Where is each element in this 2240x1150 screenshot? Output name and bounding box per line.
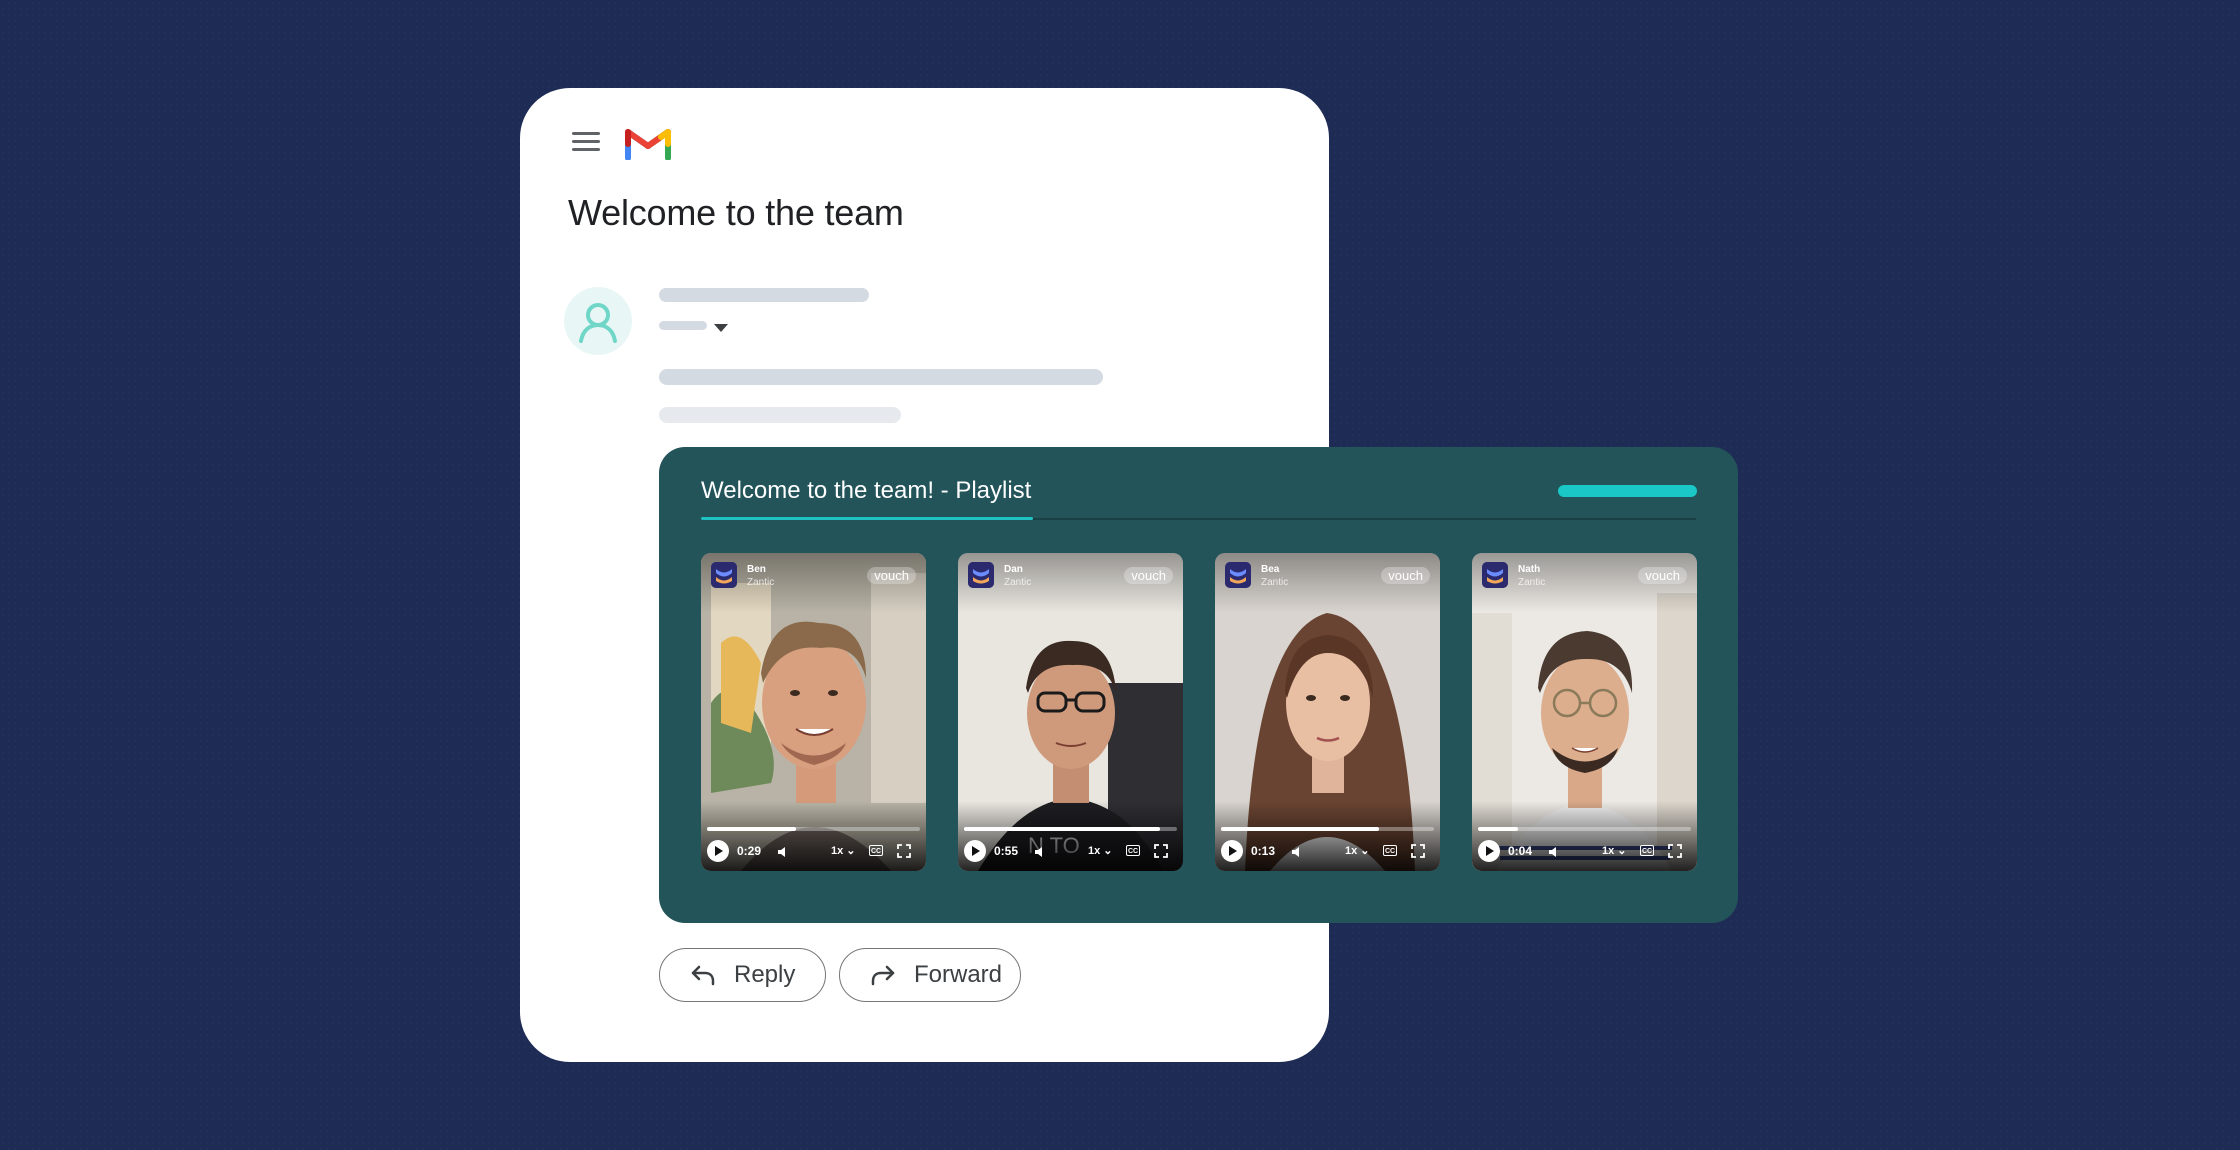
- playlist-widget: Welcome to the team! - Playlist Ben Zant…: [659, 447, 1738, 923]
- progress-bar[interactable]: [964, 827, 1177, 831]
- progress-fill: [964, 827, 1160, 831]
- person-name: Bea: [1261, 564, 1280, 575]
- captions-icon[interactable]: CC: [1640, 845, 1654, 856]
- company-logo-icon: [1482, 562, 1508, 588]
- reply-icon: [691, 965, 715, 986]
- video-controls: 0:29 1x ⌄ CC: [701, 839, 926, 865]
- progress-bar[interactable]: [1478, 827, 1691, 831]
- play-icon[interactable]: [1478, 840, 1500, 862]
- reply-button[interactable]: Reply: [659, 948, 826, 1002]
- forward-icon: [871, 965, 895, 986]
- fullscreen-icon[interactable]: [1411, 844, 1425, 858]
- company-logo-icon: [1225, 562, 1251, 588]
- vouch-badge: vouch: [867, 567, 916, 584]
- vouch-badge: vouch: [1381, 567, 1430, 584]
- sender-name-placeholder: [659, 288, 869, 302]
- vouch-badge: vouch: [1638, 567, 1687, 584]
- video-time: 0:29: [737, 844, 762, 858]
- speed-label: 1x: [831, 845, 844, 857]
- video-controls: 0:55 1x ⌄ CC: [958, 839, 1183, 865]
- progress-bar[interactable]: [1221, 827, 1434, 831]
- progress-fill: [707, 827, 797, 831]
- speed-label: 1x: [1602, 845, 1615, 857]
- video-card[interactable]: Nath Zantic vouch 0:04 1x ⌄ CC: [1472, 553, 1697, 871]
- menu-icon[interactable]: [572, 130, 600, 152]
- volume-icon[interactable]: [776, 845, 790, 859]
- email-subject: Welcome to the team: [568, 192, 904, 233]
- play-icon[interactable]: [1221, 840, 1243, 862]
- body-line-placeholder: [659, 369, 1103, 385]
- body-line-placeholder: [659, 407, 901, 423]
- play-icon[interactable]: [707, 840, 729, 862]
- captions-icon[interactable]: CC: [869, 845, 883, 856]
- video-controls: 0:13 1x ⌄ CC: [1215, 839, 1440, 865]
- video-time: 0:55: [994, 844, 1019, 858]
- person-company: Zantic: [1518, 577, 1546, 588]
- person-company: Zantic: [1004, 577, 1032, 588]
- playlist-accent-bar: [1558, 485, 1697, 497]
- play-icon[interactable]: [964, 840, 986, 862]
- person-name: Nath: [1518, 564, 1541, 575]
- fullscreen-icon[interactable]: [897, 844, 911, 858]
- speed-label: 1x: [1088, 845, 1101, 857]
- captions-icon[interactable]: CC: [1383, 845, 1397, 856]
- person-name: Ben: [747, 564, 766, 575]
- gmail-logo-icon: [625, 129, 671, 160]
- fullscreen-icon[interactable]: [1154, 844, 1168, 858]
- progress-fill: [1478, 827, 1519, 831]
- volume-icon[interactable]: [1290, 845, 1304, 859]
- video-card[interactable]: N TO Dan Zantic vouch 0:55 1x ⌄ CC: [958, 553, 1183, 871]
- video-card[interactable]: Ben Zantic vouch 0:29 1x ⌄ CC: [701, 553, 926, 871]
- vouch-badge: vouch: [1124, 567, 1173, 584]
- forward-label: Forward: [914, 961, 1003, 988]
- speed-selector[interactable]: 1x ⌄: [1602, 844, 1627, 857]
- forward-button[interactable]: Forward: [839, 948, 1021, 1002]
- person-company: Zantic: [747, 577, 775, 588]
- playlist-title[interactable]: Welcome to the team! - Playlist: [701, 477, 1031, 505]
- speed-label: 1x: [1345, 845, 1358, 857]
- video-time: 0:13: [1251, 844, 1276, 858]
- video-card[interactable]: Bea Zantic vouch 0:13 1x ⌄ CC: [1215, 553, 1440, 871]
- person-name: Dan: [1004, 564, 1023, 575]
- active-tab-indicator: [701, 517, 1033, 520]
- sender-avatar: [564, 287, 632, 355]
- captions-icon[interactable]: CC: [1126, 845, 1140, 856]
- company-logo-icon: [968, 562, 994, 588]
- volume-icon[interactable]: [1033, 845, 1047, 859]
- details-dropdown-icon[interactable]: [714, 324, 728, 332]
- company-logo-icon: [711, 562, 737, 588]
- video-controls: 0:04 1x ⌄ CC: [1472, 839, 1697, 865]
- reply-label: Reply: [734, 961, 796, 988]
- recipient-placeholder: [659, 321, 707, 330]
- progress-fill: [1221, 827, 1379, 831]
- video-time: 0:04: [1508, 844, 1533, 858]
- speed-selector[interactable]: 1x ⌄: [1345, 844, 1370, 857]
- fullscreen-icon[interactable]: [1668, 844, 1682, 858]
- volume-icon[interactable]: [1547, 845, 1561, 859]
- speed-selector[interactable]: 1x ⌄: [831, 844, 856, 857]
- progress-bar[interactable]: [707, 827, 920, 831]
- person-company: Zantic: [1261, 577, 1289, 588]
- user-icon: [579, 303, 617, 343]
- speed-selector[interactable]: 1x ⌄: [1088, 844, 1113, 857]
